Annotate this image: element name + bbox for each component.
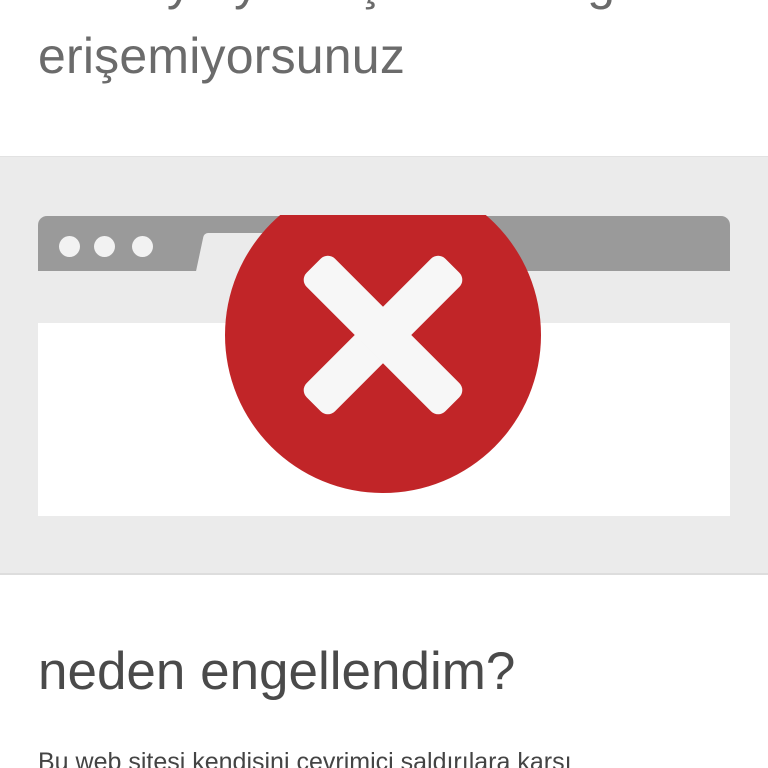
window-dot-icon (59, 236, 80, 257)
window-dot-icon (94, 236, 115, 257)
page-title-partial-line: Bu sayfaya erişmeniz engellendi ve (38, 0, 768, 12)
reason-heading: neden engellendim? (38, 642, 516, 701)
blocked-page: Bu sayfaya erişmeniz engellendi ve erişe… (0, 0, 768, 768)
blocked-browser-illustration (0, 156, 768, 575)
page-title: erişemiyorsunuz (38, 28, 406, 84)
blocked-error-icon (225, 215, 541, 493)
window-dot-icon (132, 236, 153, 257)
reason-body-text: Bu web sitesi kendisini çevrimiçi saldır… (38, 748, 572, 768)
